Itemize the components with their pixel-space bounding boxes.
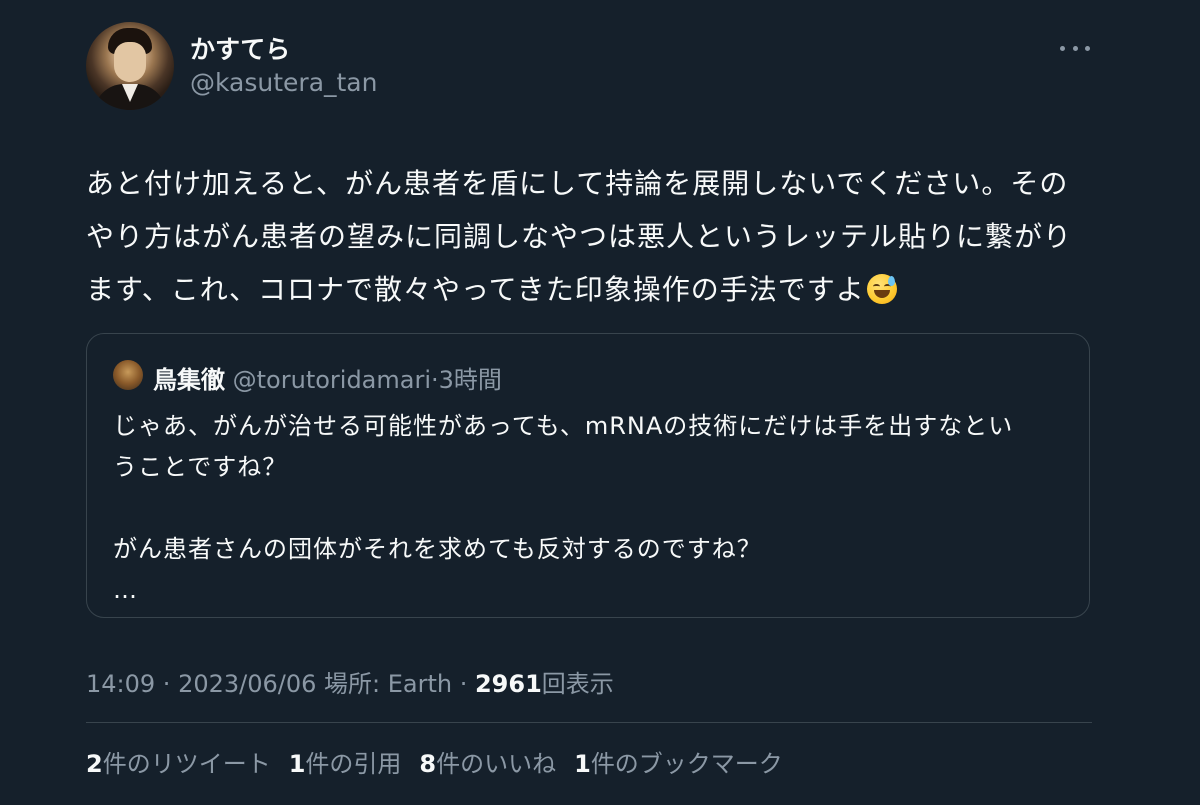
more-dot [1072,45,1078,51]
tweet-detail: かすてら @kasutera_tan あと付け加えると、がん患者を盾にして持論を… [0,0,1200,805]
more-dot [1085,45,1090,51]
likes-stat[interactable]: 8件のいいね [419,744,556,779]
tweet-date[interactable]: 2023/06/06 [178,670,316,698]
quotes-label: 件の引用 [305,750,402,778]
bookmarks-label: 件のブックマーク [590,750,783,778]
tweet-line-text: ます、これ、コロナで散々やってきた印象操作の手法ですよ [86,273,865,306]
quoted-tweet-ellipsis: … [113,576,138,604]
retweets-label: 件のリツイート [102,750,271,778]
tweet-text: あと付け加えると、がん患者を盾にして持論を展開しないでください。その やり方はが… [86,157,1106,316]
tweet-line: あと付け加えると、がん患者を盾にして持論を展開しないでください。その [86,167,1069,200]
tweet-time[interactable]: 14:09 [86,670,155,698]
quoted-tweet-line: うことですね？ [113,453,288,481]
separator-dot: · [452,670,475,698]
avatar-face [114,42,146,82]
tweet-location: 場所: Earth [316,670,453,698]
author-handle[interactable]: @kasutera_tan [190,68,377,97]
likes-count: 8 [419,750,437,778]
quoted-tweet-blank-line [113,488,1053,529]
sweat-smile-emoji-icon [866,274,897,304]
views-label: 回表示 [541,670,614,698]
tweet-line: ます、これ、コロナで散々やってきた印象操作の手法ですよ [86,263,1106,316]
more-dot [1060,45,1065,51]
separator-dot: · [155,670,179,698]
quotes-count: 1 [288,750,306,778]
bookmarks-stat[interactable]: 1件のブックマーク [574,744,783,779]
divider [86,722,1092,723]
tweet-stats: 2件のリツイート 1件の引用 8件のいいね 1件のブックマーク [86,744,783,779]
more-options-icon[interactable] [1060,34,1090,62]
quoted-tweet-card[interactable]: 鳥集徹 @torutoridamari·3時間 じゃあ、がんが治せる可能性があっ… [86,333,1090,618]
retweets-stat[interactable]: 2件のリツイート [86,744,271,779]
quoted-tweet-header: 鳥集徹 @torutoridamari·3時間 [153,360,502,395]
author-display-name[interactable]: かすてら [190,30,290,66]
quoted-author-handle: @torutoridamari [232,366,432,394]
quoted-tweet-line: がん患者さんの団体がそれを求めても反対するのですね？ [113,535,762,563]
author-avatar[interactable] [86,22,174,110]
retweets-count: 2 [86,750,103,778]
likes-label: 件のいいね [436,750,557,778]
quoted-author-avatar [113,360,143,390]
quotes-stat[interactable]: 1件の引用 [289,744,402,779]
tweet-line: やり方はがん患者の望みに同調しなやつは悪人というレッテル貼りに繋がり [86,220,1073,253]
tweet-meta: 14:09 · 2023/06/06 場所: Earth · 2961回表示 [86,664,614,699]
views-count: 2961 [474,670,542,698]
bookmarks-count: 1 [574,750,591,778]
quoted-tweet-text: じゃあ、がんが治せる可能性があっても、mRNAの技術にだけは手を出すなとい うこ… [113,406,1053,611]
quoted-tweet-time: 3時間 [438,366,502,394]
separator-dot: · [431,366,439,394]
quoted-tweet-line: じゃあ、がんが治せる可能性があっても、mRNAの技術にだけは手を出すなとい [113,412,1014,440]
quoted-author-name: 鳥集徹 [153,366,225,394]
